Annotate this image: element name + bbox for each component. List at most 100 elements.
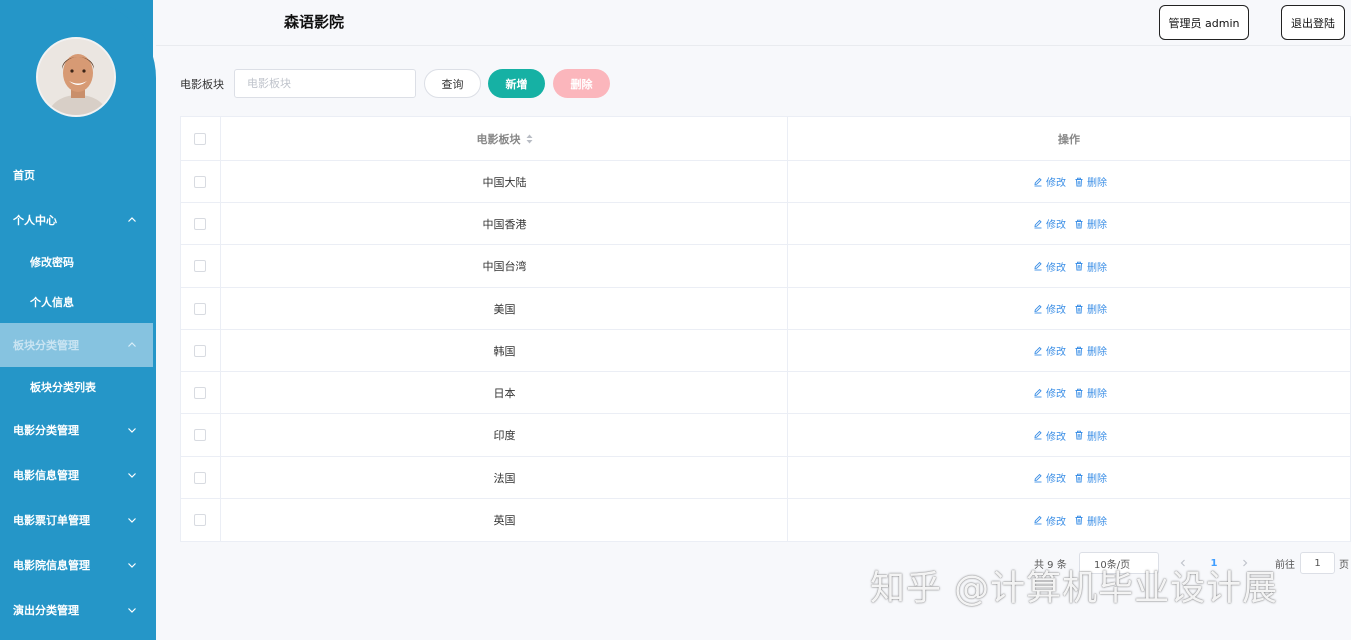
delete-label: 删除 [1087, 516, 1107, 528]
delete-link[interactable]: 删除 [1074, 428, 1107, 443]
row-checkbox[interactable] [194, 217, 206, 230]
search-input[interactable] [234, 69, 416, 98]
row-checkbox[interactable] [194, 471, 206, 484]
cell-section-name: 中国大陆 [482, 175, 527, 189]
delete-link[interactable]: 删除 [1074, 343, 1107, 358]
row-checkbox[interactable] [194, 302, 206, 315]
query-button[interactable]: 查询 [424, 69, 481, 98]
row-actions: 修改 删除 [1033, 513, 1107, 528]
batch-delete-button[interactable]: 删除 [553, 69, 610, 98]
sidebar-group-movie-category[interactable]: 电影分类管理 [0, 408, 153, 452]
row-checkbox[interactable] [194, 514, 206, 526]
sidebar-group-section-category[interactable]: 板块分类管理 [0, 323, 153, 367]
trash-icon [1075, 515, 1083, 525]
delete-label: 删除 [1087, 431, 1107, 443]
row-actions: 修改 删除 [1033, 175, 1107, 189]
cell-section-name: 印度 [493, 429, 516, 442]
row-checkbox[interactable] [194, 344, 206, 357]
sidebar-item-label: 电影票订单管理 [13, 514, 90, 527]
delete-link[interactable]: 删除 [1074, 470, 1107, 485]
column-header-name[interactable]: 电影板块 [222, 117, 787, 160]
delete-label: 删除 [1087, 305, 1107, 316]
edit-link[interactable]: 修改 [1033, 301, 1066, 316]
edit-label: 修改 [1046, 347, 1066, 358]
delete-label: 删除 [1087, 220, 1107, 231]
cell-section-name: 中国香港 [482, 217, 527, 231]
delete-link[interactable]: 删除 [1074, 513, 1107, 528]
cell-section-name: 美国 [493, 302, 516, 316]
edit-label: 修改 [1046, 220, 1066, 231]
chevron-up-icon [128, 342, 136, 347]
edit-icon [1034, 261, 1042, 271]
edit-icon [1034, 430, 1042, 440]
sidebar-group-ticket-orders[interactable]: 电影票订单管理 [0, 498, 153, 542]
chevron-down-icon [128, 518, 136, 523]
cell-section-name: 英国 [493, 514, 516, 527]
edit-link[interactable]: 修改 [1033, 216, 1066, 231]
sidebar-item-label: 演出分类管理 [13, 604, 79, 617]
sidebar-item-label: 个人中心 [13, 213, 57, 227]
row-checkbox[interactable] [194, 386, 206, 399]
chevron-down-icon [128, 608, 136, 613]
sidebar-item-change-password[interactable]: 修改密码 [0, 242, 153, 282]
row-checkbox[interactable] [194, 260, 206, 272]
delete-link[interactable]: 删除 [1074, 174, 1107, 189]
row-actions: 修改 删除 [1033, 428, 1107, 443]
edit-link[interactable]: 修改 [1033, 343, 1066, 358]
delete-link[interactable]: 删除 [1074, 216, 1107, 231]
table-row: 印度 修改 删除 [181, 414, 1350, 457]
cell-section-name: 日本 [493, 386, 516, 400]
logout-button[interactable]: 退出登陆 [1281, 5, 1345, 40]
avatar[interactable] [36, 37, 116, 117]
row-checkbox[interactable] [194, 175, 206, 188]
sidebar-item-label: 修改密码 [30, 256, 74, 269]
sidebar-group-show-category[interactable]: 演出分类管理 [0, 588, 153, 632]
delete-link[interactable]: 删除 [1074, 385, 1107, 400]
row-actions: 修改 删除 [1033, 259, 1107, 274]
trash-icon [1075, 219, 1083, 228]
delete-link[interactable]: 删除 [1074, 301, 1107, 316]
edit-link[interactable]: 修改 [1033, 470, 1066, 485]
goto-page-input[interactable]: 1 [1300, 552, 1335, 574]
table-row: 法国 修改 删除 [181, 457, 1350, 499]
cell-section-name: 法国 [493, 471, 516, 485]
edit-label: 修改 [1046, 516, 1066, 528]
delete-link[interactable]: 删除 [1074, 259, 1107, 274]
cell-section-name: 韩国 [493, 344, 516, 358]
edit-label: 修改 [1046, 178, 1066, 189]
edit-link[interactable]: 修改 [1033, 259, 1066, 274]
sidebar-item-label: 电影分类管理 [13, 424, 79, 437]
trash-icon [1075, 304, 1083, 313]
edit-label: 修改 [1046, 431, 1066, 443]
search-label: 电影板块 [180, 78, 224, 91]
page-unit-label: 页 [1339, 559, 1349, 571]
edit-icon [1034, 304, 1042, 313]
table-row: 日本 修改 删除 [181, 372, 1350, 414]
sidebar-item-personal-info[interactable]: 个人信息 [0, 282, 153, 322]
column-header-ops: 操作 [1058, 132, 1080, 146]
sidebar-item-home[interactable]: 首页 [0, 152, 153, 197]
add-button[interactable]: 新增 [488, 69, 545, 98]
delete-label: 删除 [1087, 389, 1107, 400]
sidebar-group-movie-info[interactable]: 电影信息管理 [0, 453, 153, 497]
edit-link[interactable]: 修改 [1033, 174, 1066, 189]
column-header-label: 电影板块 [476, 132, 521, 146]
edit-link[interactable]: 修改 [1033, 428, 1066, 443]
row-checkbox[interactable] [194, 429, 206, 441]
sidebar-group-cinema-info[interactable]: 电影院信息管理 [0, 543, 153, 587]
top-header: 森语影院 管理员 admin 退出登陆 [156, 0, 1351, 46]
sort-icon[interactable] [526, 134, 533, 144]
admin-user-button[interactable]: 管理员 admin [1159, 5, 1249, 40]
edit-link[interactable]: 修改 [1033, 385, 1066, 400]
trash-icon [1075, 430, 1083, 440]
select-all-checkbox[interactable] [194, 132, 206, 145]
table-row: 中国台湾 修改 删除 [181, 245, 1350, 288]
sidebar-item-section-category-list[interactable]: 板块分类列表 [0, 367, 153, 407]
cell-section-name: 中国台湾 [482, 260, 527, 273]
edit-link[interactable]: 修改 [1033, 513, 1066, 528]
row-actions: 修改 删除 [1033, 386, 1107, 400]
delete-label: 删除 [1087, 178, 1107, 189]
delete-label: 删除 [1087, 347, 1107, 358]
sidebar-item-label: 板块分类列表 [30, 381, 96, 394]
sidebar-group-personal-center[interactable]: 个人中心 [0, 197, 153, 242]
